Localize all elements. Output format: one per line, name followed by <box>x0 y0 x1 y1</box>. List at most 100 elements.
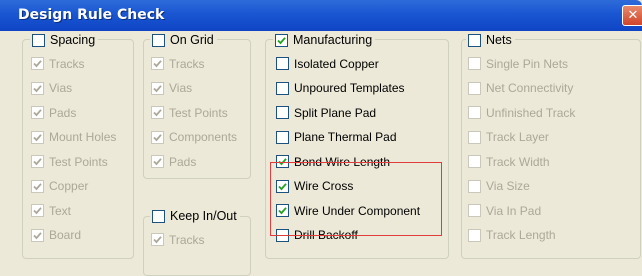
checkbox-label: Copper <box>49 179 89 193</box>
checkbox-item: Components <box>151 129 237 146</box>
checkbox-label: Components <box>169 130 238 144</box>
group-nets-header[interactable]: Nets <box>466 32 515 48</box>
group-spacing-header[interactable]: Spacing <box>30 32 99 48</box>
checkbox-label: Text <box>49 203 72 218</box>
checkbox <box>31 204 44 217</box>
checkbox-item: Test Points <box>151 104 228 121</box>
dialog-body: Spacing Tracks Vias Pads Mount Holes Test Po… <box>0 31 642 276</box>
checkbox <box>31 81 44 95</box>
checkbox[interactable] <box>275 33 288 47</box>
checkbox-item[interactable]: Plane Thermal Pad <box>276 129 397 146</box>
checkmark-icon <box>33 133 42 141</box>
checkmark-icon <box>153 236 162 244</box>
checkbox-label: Tracks <box>169 232 205 247</box>
checkbox <box>468 81 481 95</box>
checkbox-label: Tracks <box>49 56 85 71</box>
checkbox-item: Copper <box>31 178 88 195</box>
checkmark-icon <box>33 84 42 92</box>
checkbox[interactable] <box>32 33 45 47</box>
checkbox-label: Unfinished Track <box>486 105 576 120</box>
checkbox-item: Tracks <box>31 55 85 72</box>
checkbox <box>151 106 164 119</box>
checkmark-icon <box>33 182 42 190</box>
checkbox-item: Track Length <box>468 227 556 244</box>
checkbox-item: Via In Pad <box>468 202 541 219</box>
group-manufacturing-label: Manufacturing <box>293 33 373 47</box>
group-on-grid-label: On Grid <box>170 33 214 47</box>
close-button[interactable]: ✕ <box>622 5 642 26</box>
checkbox-label: Isolated Copper <box>294 56 379 71</box>
highlight-box <box>270 162 442 236</box>
checkbox-label: Track Layer <box>486 130 549 144</box>
checkbox-item[interactable]: Isolated Copper <box>276 55 379 72</box>
checkbox-label: Single Pin Nets <box>486 56 569 71</box>
checkbox-label: Mount Holes <box>49 130 117 144</box>
checkbox <box>151 57 164 70</box>
checkbox[interactable] <box>152 209 165 223</box>
group-spacing-label: Spacing <box>50 33 96 47</box>
window-title: Design Rule Check <box>18 7 165 23</box>
checkbox-label: Test Points <box>169 105 228 120</box>
checkbox-label: Test Points <box>49 154 108 169</box>
checkbox[interactable] <box>152 33 165 47</box>
checkbox-item: Pads <box>151 153 196 170</box>
checkbox-item: Track Width <box>468 153 550 170</box>
checkbox <box>151 130 164 144</box>
checkbox-label: Split Plane Pad <box>294 105 377 120</box>
checkbox-item: Net Connectivity <box>468 80 573 97</box>
checkmark-icon <box>33 158 42 166</box>
close-icon: ✕ <box>627 8 639 23</box>
checkbox-item[interactable]: Split Plane Pad <box>276 104 376 121</box>
checkbox-item: Single Pin Nets <box>468 55 568 72</box>
checkbox <box>31 179 44 193</box>
checkbox[interactable] <box>468 33 481 47</box>
checkbox-label: Tracks <box>169 56 205 71</box>
checkbox[interactable] <box>276 130 289 144</box>
title-bar[interactable]: Design Rule Check ✕ <box>0 0 642 31</box>
checkbox-item: Text <box>31 202 71 219</box>
checkbox <box>468 228 481 242</box>
group-keep-in-out-label: Keep In/Out <box>170 209 237 223</box>
checkbox-label: Board <box>49 228 82 242</box>
checkbox <box>468 155 481 168</box>
group-on-grid-header[interactable]: On Grid <box>150 32 217 48</box>
checkbox-label: Pads <box>169 154 197 169</box>
group-keep-in-out-header[interactable]: Keep In/Out <box>150 208 240 224</box>
checkbox-item: Tracks <box>151 231 205 248</box>
checkbox-label: Pads <box>49 105 77 120</box>
checkbox-item[interactable]: Unpoured Templates <box>276 80 405 97</box>
checkbox-item: Board <box>31 227 81 244</box>
checkbox <box>468 106 481 119</box>
checkbox-item: Pads <box>31 104 76 121</box>
checkbox-item: Test Points <box>31 153 108 170</box>
checkbox <box>468 57 481 70</box>
checkbox <box>151 233 164 246</box>
checkmark-icon <box>33 109 42 117</box>
checkbox <box>31 228 44 242</box>
checkmark-icon <box>153 158 162 166</box>
checkbox-item: Vias <box>31 80 72 97</box>
checkmark-icon <box>153 109 162 117</box>
checkbox-item: Track Layer <box>468 129 549 146</box>
group-manufacturing-header[interactable]: Manufacturing <box>273 32 376 48</box>
checkbox <box>468 179 481 193</box>
checkmark-icon <box>153 84 162 92</box>
checkmark-icon <box>153 60 162 68</box>
checkmark-icon <box>33 207 42 215</box>
group-nets-label: Nets <box>486 33 512 47</box>
checkbox[interactable] <box>276 57 289 70</box>
checkbox-item: Mount Holes <box>31 129 116 146</box>
checkbox-label: Track Length <box>486 228 556 242</box>
checkbox <box>151 81 164 95</box>
checkbox[interactable] <box>276 81 289 95</box>
checkmark-icon <box>153 133 162 141</box>
checkbox-label: Plane Thermal Pad <box>294 130 397 144</box>
checkbox <box>31 155 44 168</box>
checkbox-label: Via In Pad <box>486 203 542 218</box>
checkbox[interactable] <box>276 106 289 119</box>
checkbox-label: Vias <box>49 81 73 95</box>
checkbox-label: Vias <box>169 81 193 95</box>
checkbox <box>151 155 164 168</box>
checkbox-item: Vias <box>151 80 192 97</box>
checkbox <box>468 204 481 217</box>
